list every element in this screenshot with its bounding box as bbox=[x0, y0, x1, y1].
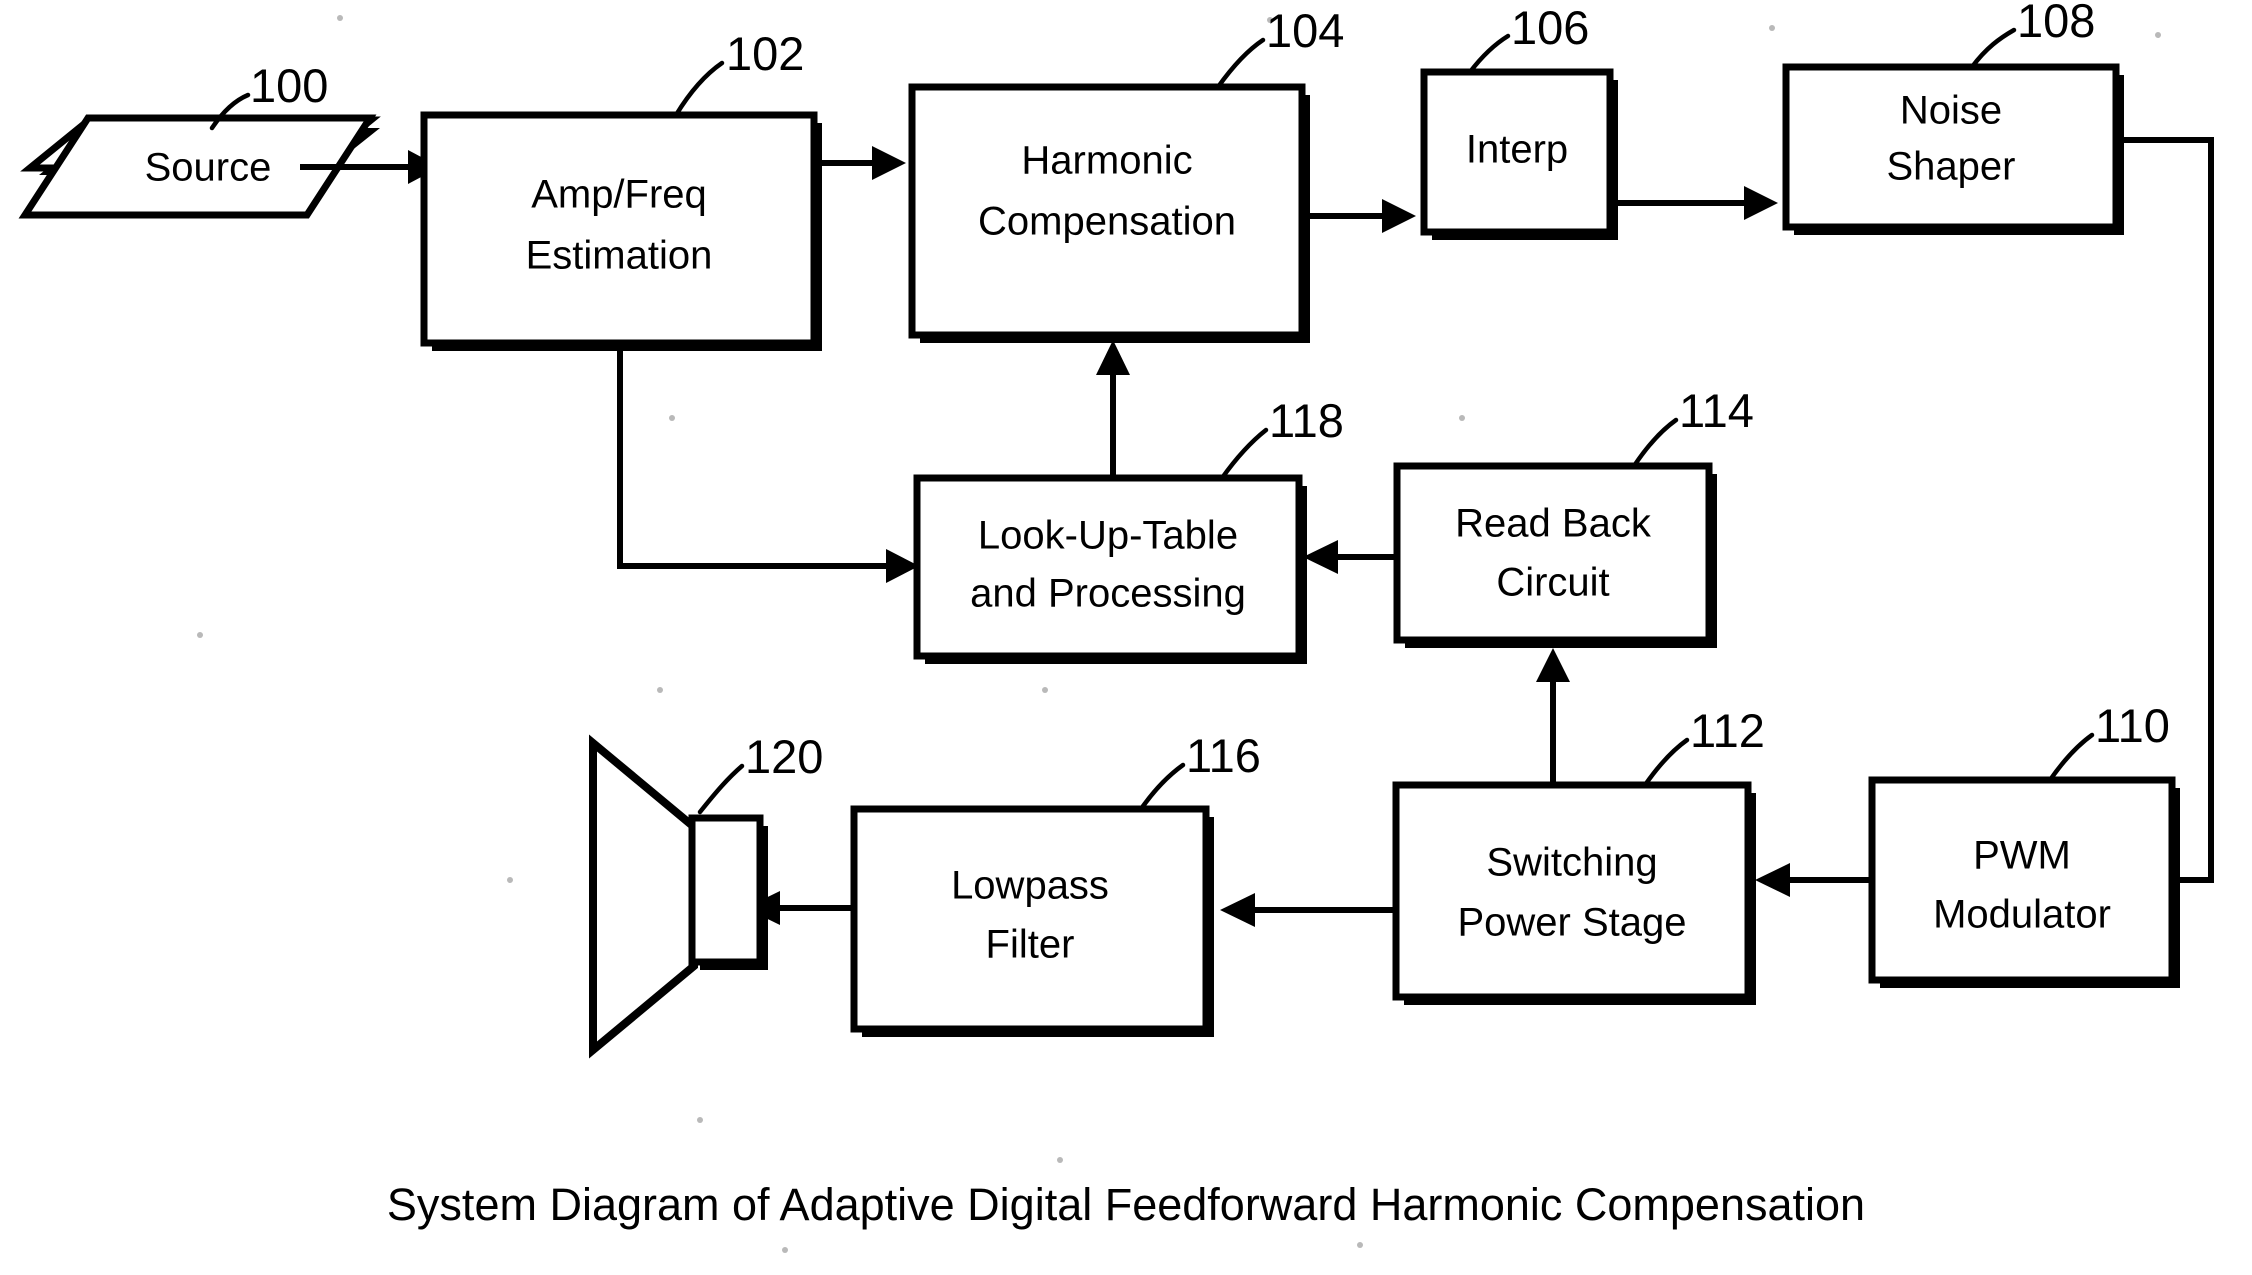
lowpass-label-line1: Lowpass bbox=[951, 864, 1109, 908]
ref-106-label: 106 bbox=[1511, 1, 1589, 54]
ref-114-leader bbox=[1631, 417, 1679, 469]
ref-114-group: 114 bbox=[1631, 384, 1754, 469]
block-interp[interactable]: Interp bbox=[1420, 68, 1618, 240]
block-switching-power-stage[interactable]: Switching Power Stage bbox=[1392, 781, 1756, 1005]
lookup-table-label-line1: Look-Up-Table bbox=[978, 514, 1238, 558]
ref-112-group: 112 bbox=[1642, 704, 1765, 788]
block-read-back-circuit[interactable]: Read Back Circuit bbox=[1393, 462, 1717, 648]
ref-118-label: 118 bbox=[1269, 394, 1344, 447]
wire-amp-freq-to-lut bbox=[617, 345, 919, 583]
switching-label-line2: Power Stage bbox=[1457, 901, 1686, 945]
figure-canvas: Source 100 Amp/Freq Estimation 102 Harmo… bbox=[0, 0, 2252, 1275]
ref-118-group: 118 bbox=[1219, 394, 1344, 481]
ref-102-group: 102 bbox=[673, 27, 804, 118]
wire-harmonic-to-interp bbox=[1306, 199, 1416, 233]
ref-120-group: 120 bbox=[697, 730, 823, 815]
wire-lut-to-harmonic bbox=[1096, 340, 1130, 478]
system-block-diagram: Source 100 Amp/Freq Estimation 102 Harmo… bbox=[0, 0, 2252, 1275]
ref-118-leader bbox=[1219, 427, 1269, 481]
noise-shaper-label-line2: Shaper bbox=[1887, 145, 2016, 189]
ref-100-label: 100 bbox=[250, 59, 328, 112]
block-speaker[interactable] bbox=[589, 734, 768, 1059]
interp-label: Interp bbox=[1466, 128, 1568, 172]
wire-pwm-to-switching bbox=[1755, 863, 1872, 897]
ref-102-leader bbox=[673, 60, 725, 118]
pwm-box bbox=[1868, 776, 2176, 984]
ref-116-group: 116 bbox=[1138, 729, 1261, 812]
block-lookup-table[interactable]: Look-Up-Table and Processing bbox=[913, 474, 1307, 664]
amp-freq-box bbox=[420, 111, 818, 347]
speaker-cone bbox=[589, 734, 698, 1059]
ref-112-leader bbox=[1642, 737, 1690, 788]
read-back-box bbox=[1393, 462, 1713, 644]
lowpass-label-line2: Filter bbox=[986, 923, 1075, 967]
ref-106-group: 106 bbox=[1467, 1, 1589, 75]
harmonic-label-line1: Harmonic bbox=[1021, 139, 1192, 183]
switching-label-line1: Switching bbox=[1486, 841, 1657, 885]
ref-120-label: 120 bbox=[745, 730, 823, 783]
ref-108-label: 108 bbox=[2017, 0, 2095, 47]
block-lowpass-filter[interactable]: Lowpass Filter bbox=[850, 805, 1214, 1037]
lookup-table-box bbox=[913, 474, 1303, 660]
block-noise-shaper[interactable]: Noise Shaper bbox=[1782, 63, 2124, 235]
ref-120-leader bbox=[697, 763, 745, 815]
ref-116-leader bbox=[1138, 762, 1186, 812]
ref-108-group: 108 bbox=[1969, 0, 2095, 70]
lowpass-box bbox=[850, 805, 1210, 1033]
wire-interp-to-noise-shaper bbox=[1614, 186, 1778, 220]
ref-102-label: 102 bbox=[726, 27, 804, 80]
ref-110-leader bbox=[2047, 732, 2095, 783]
block-pwm-modulator[interactable]: PWM Modulator bbox=[1868, 776, 2180, 988]
ref-116-label: 116 bbox=[1186, 729, 1261, 782]
harmonic-label-line2: Compensation bbox=[978, 200, 1236, 244]
ref-112-label: 112 bbox=[1690, 704, 1765, 757]
read-back-label-line2: Circuit bbox=[1496, 561, 1609, 605]
ref-108-leader bbox=[1969, 27, 2017, 70]
block-amp-freq-estimation[interactable]: Amp/Freq Estimation bbox=[420, 111, 822, 351]
noise-shaper-label-line1: Noise bbox=[1900, 89, 2002, 133]
lookup-table-label-line2: and Processing bbox=[970, 572, 1246, 616]
block-harmonic-compensation[interactable]: Harmonic Compensation bbox=[908, 83, 1310, 343]
wire-switching-to-readback bbox=[1536, 648, 1570, 786]
pwm-label-line2: Modulator bbox=[1933, 893, 2111, 937]
wire-switching-to-lowpass bbox=[1220, 893, 1396, 927]
ref-104-group: 104 bbox=[1215, 4, 1344, 90]
ref-104-leader bbox=[1215, 37, 1266, 90]
amp-freq-label-line1: Amp/Freq bbox=[531, 173, 707, 217]
wire-readback-to-lut bbox=[1303, 540, 1397, 574]
ref-110-group: 110 bbox=[2047, 699, 2170, 783]
read-back-label-line1: Read Back bbox=[1455, 502, 1652, 546]
wire-amp-freq-to-harmonic bbox=[818, 146, 906, 180]
speaker-magnet bbox=[688, 814, 764, 966]
amp-freq-label-line2: Estimation bbox=[526, 234, 713, 278]
pwm-label-line1: PWM bbox=[1973, 834, 2071, 878]
source-label: Source bbox=[145, 146, 272, 190]
ref-114-label: 114 bbox=[1679, 384, 1754, 437]
switching-box bbox=[1392, 781, 1752, 1001]
ref-110-label: 110 bbox=[2095, 699, 2170, 752]
ref-104-label: 104 bbox=[1266, 4, 1344, 57]
ref-106-leader bbox=[1467, 33, 1511, 75]
figure-caption: System Diagram of Adaptive Digital Feedf… bbox=[387, 1179, 1865, 1230]
